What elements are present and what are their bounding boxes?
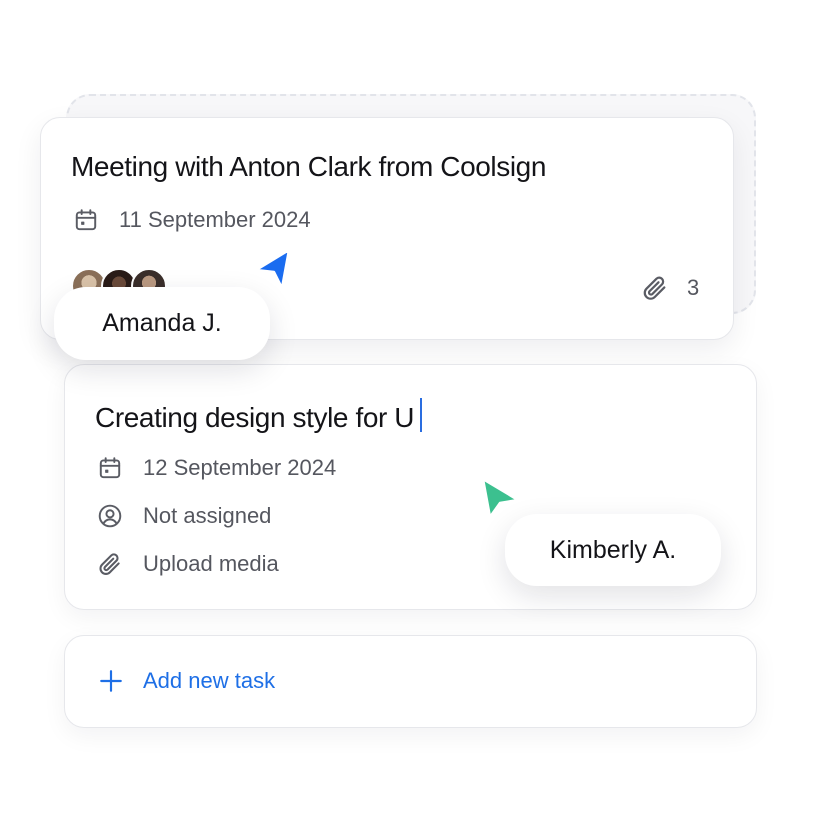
upload-media-label: Upload media — [143, 551, 279, 576]
task-date: 11 September 2024 — [119, 207, 311, 232]
calendar-icon — [73, 207, 99, 233]
task-date: 12 September 2024 — [143, 455, 337, 480]
paperclip-icon — [97, 551, 123, 577]
task-date-row: 11 September 2024 — [73, 207, 311, 233]
add-new-task-button[interactable]: Add new task — [98, 668, 275, 694]
assignee-row[interactable]: Not assigned — [97, 503, 271, 529]
task-date-row[interactable]: 12 September 2024 — [97, 455, 336, 481]
user-circle-icon — [97, 503, 123, 529]
cursor-arrow-icon — [252, 248, 292, 292]
add-new-task-label: Add new task — [143, 668, 276, 693]
task-title-text: Creating design style for U — [95, 402, 415, 433]
text-caret — [420, 398, 423, 432]
collaborator-tag-kimberly: Kimberly A. — [505, 514, 721, 586]
calendar-icon — [97, 455, 123, 481]
collaborator-tag-amanda: Amanda J. — [54, 287, 270, 360]
task-title: Meeting with Anton Clark from Coolsign — [71, 151, 547, 182]
upload-media-row[interactable]: Upload media — [97, 551, 279, 577]
attachments-indicator[interactable]: 3 — [641, 274, 699, 302]
attachments-count: 3 — [687, 275, 700, 300]
paperclip-icon — [641, 274, 669, 302]
plus-icon — [98, 668, 124, 694]
assignee-label: Not assigned — [143, 503, 272, 528]
task-title-editing[interactable]: Creating design style for U — [95, 398, 423, 434]
cursor-arrow-icon — [480, 476, 520, 520]
